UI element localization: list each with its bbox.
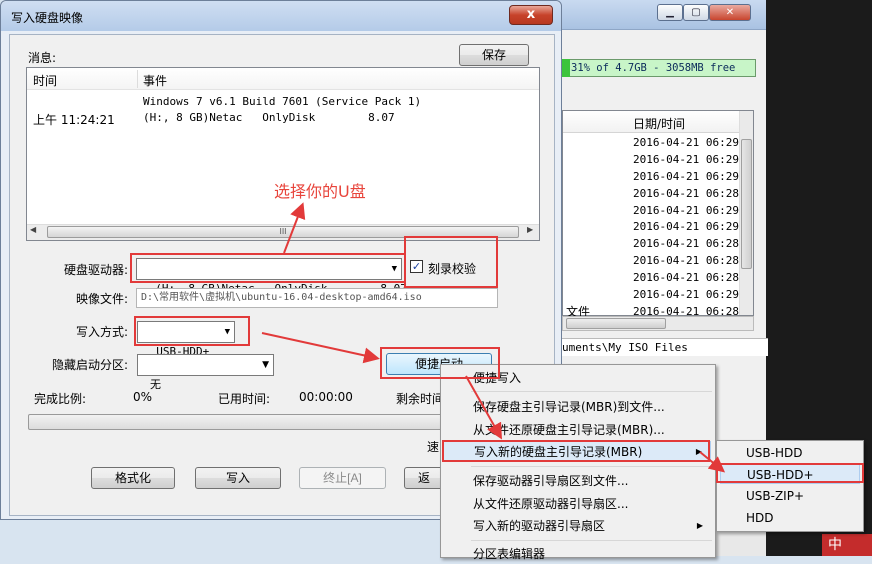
arrow-to-write-mbr bbox=[465, 375, 502, 440]
arrow-to-annotation bbox=[283, 202, 306, 254]
arrow-to-usb-hdd-plus bbox=[699, 451, 726, 473]
arrow-to-quick-boot bbox=[261, 332, 380, 364]
annotation-arrows bbox=[261, 202, 726, 473]
